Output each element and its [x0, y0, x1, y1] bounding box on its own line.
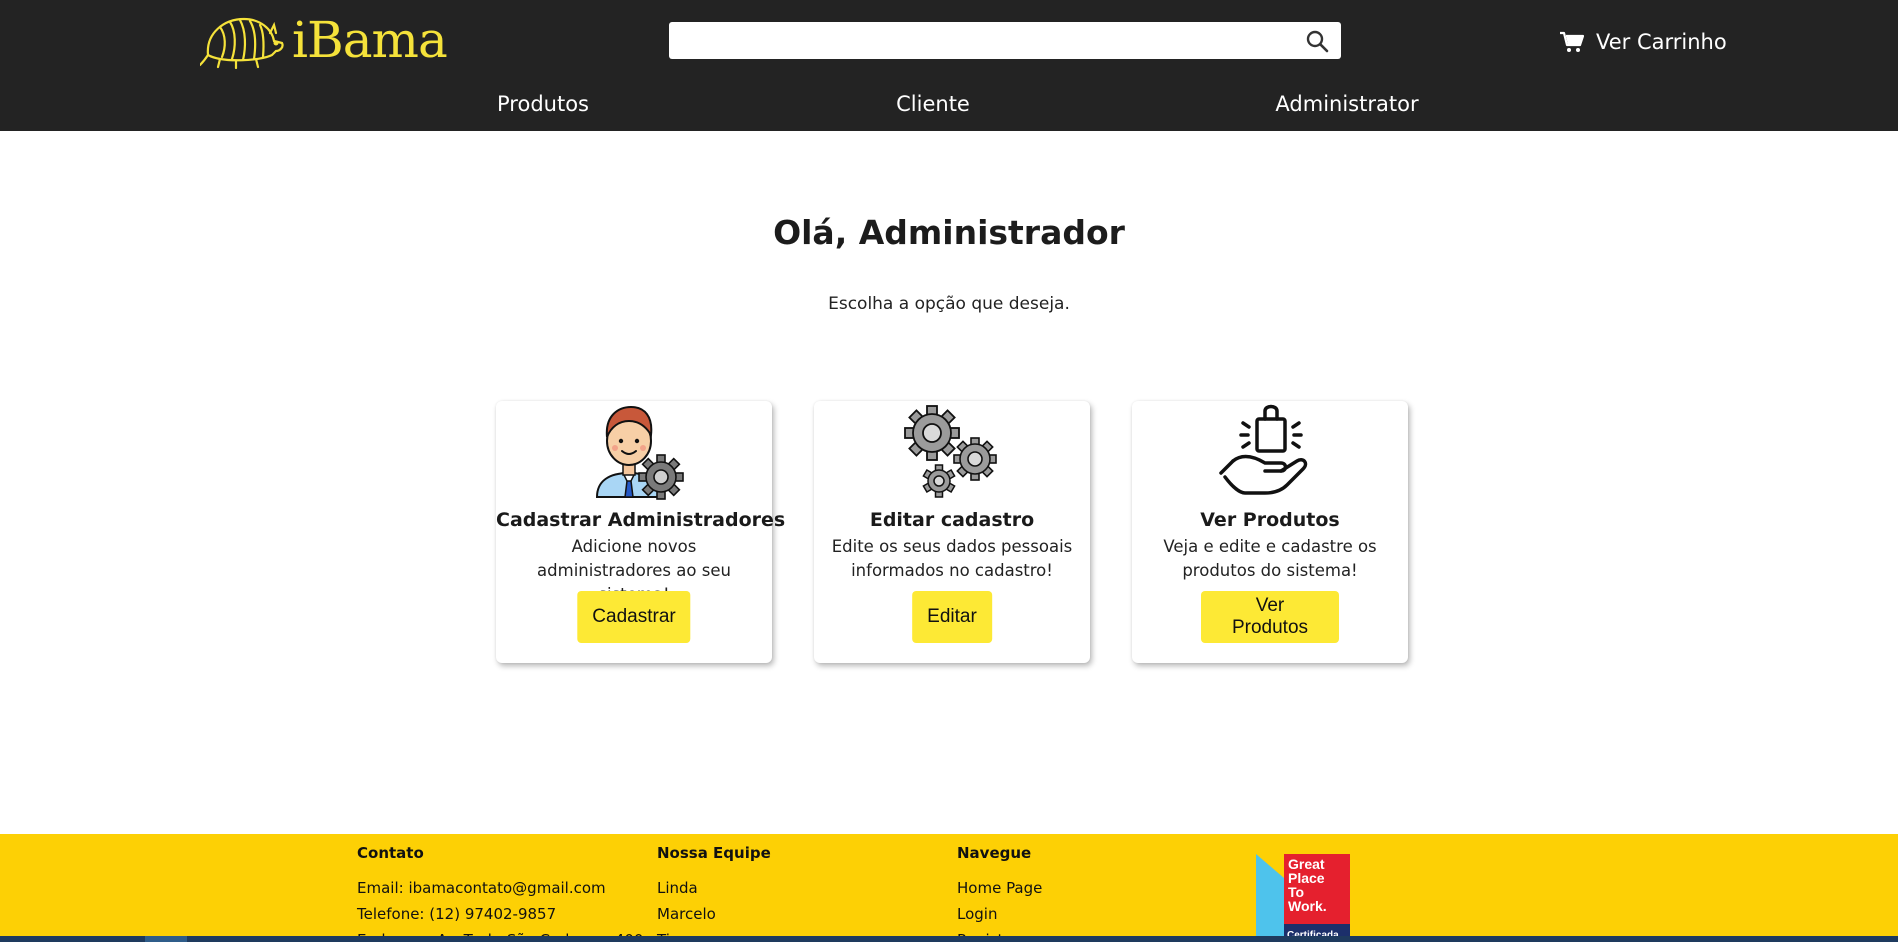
view-cart-label: Ver Carrinho — [1596, 30, 1727, 54]
armadillo-logo-icon — [200, 17, 284, 69]
site-header: iBama Ver Carrinho Produtos Cliente Admi… — [0, 0, 1898, 131]
gptw-badge-icon: Great Place To Work. Certificada — [1256, 854, 1350, 942]
gptw-line: Work. — [1288, 898, 1327, 914]
card-title: Editar cadastro — [869, 509, 1035, 531]
edit-button[interactable]: Editar — [912, 591, 992, 643]
footer-navigate-heading: Navegue — [957, 844, 1032, 862]
card-description: Edite os seus dados pessoais informados … — [831, 537, 1073, 580]
search-icon[interactable] — [1305, 29, 1329, 53]
bottom-bar — [0, 936, 1898, 942]
site-logo[interactable]: iBama — [200, 10, 448, 70]
admin-user-gear-icon — [595, 405, 684, 500]
shopping-cart-icon — [1560, 31, 1584, 52]
footer-contact: Contato Email: ibamacontato@gmail.com Te… — [357, 844, 643, 942]
card-title: Cadastrar Administradores — [496, 509, 786, 531]
footer-team: Nossa Equipe Linda Marcelo Tiago — [657, 844, 771, 942]
great-place-to-work-badge: Great Place To Work. Certificada — [1256, 854, 1352, 942]
footer-team-heading: Nossa Equipe — [657, 844, 771, 862]
footer-link-home[interactable]: Home Page — [957, 875, 1042, 901]
hand-shopping-bag-icon — [1219, 404, 1308, 495]
card-register-admins: Cadastrar Administradores Adicione novos… — [496, 401, 786, 663]
card-description: Veja e edite e cadastre os produtos do s… — [1163, 537, 1377, 580]
nav-item-administrator[interactable]: Administrator — [1275, 92, 1418, 116]
footer-contact-heading: Contato — [357, 844, 424, 862]
footer-link-login[interactable]: Login — [957, 901, 1042, 927]
view-products-button[interactable]: Ver Produtos — [1201, 591, 1339, 643]
nav-item-produtos[interactable]: Produtos — [497, 92, 589, 116]
footer-navigate: Navegue Home Page Login Registrar — [957, 844, 1042, 942]
card-edit-profile: Editar cadastro Edite os seus dados pess… — [814, 401, 1090, 663]
logo-text: iBama — [292, 11, 448, 69]
search-bar — [669, 22, 1341, 59]
gears-icon — [904, 405, 997, 498]
search-input[interactable] — [677, 26, 1291, 56]
view-cart-link[interactable]: Ver Carrinho — [1560, 25, 1727, 59]
card-view-products: Ver Produtos Veja e edite e cadastre os … — [1132, 401, 1408, 663]
footer-team-member: Marcelo — [657, 905, 716, 923]
nav-item-cliente[interactable]: Cliente — [896, 92, 970, 116]
footer-team-member: Linda — [657, 879, 698, 897]
footer-contact-email: Email: ibamacontato@gmail.com — [357, 879, 606, 897]
site-footer: Contato Email: ibamacontato@gmail.com Te… — [0, 834, 1898, 942]
page-title: Olá, Administrador — [773, 213, 1125, 252]
footer-contact-phone: Telefone: (12) 97402-9857 — [357, 905, 557, 923]
register-button[interactable]: Cadastrar — [577, 591, 691, 643]
page-subtitle: Escolha a opção que deseja. — [828, 294, 1070, 314]
card-title: Ver Produtos — [1200, 509, 1340, 531]
